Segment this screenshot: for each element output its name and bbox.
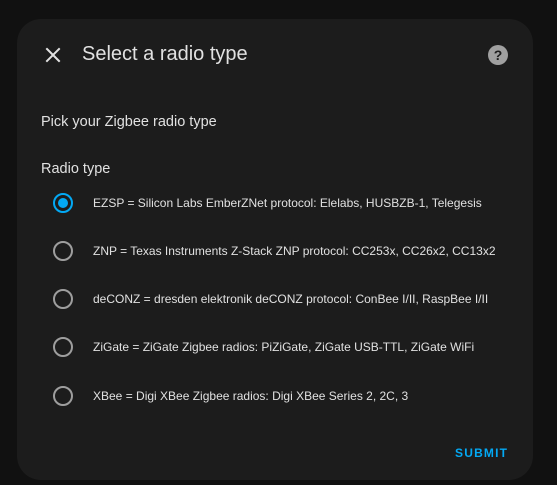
radio-button-znp[interactable]	[53, 241, 73, 261]
radio-option-deconz[interactable]: deCONZ = dresden elektronik deCONZ proto…	[53, 288, 523, 310]
dialog-title: Select a radio type	[82, 43, 248, 65]
radio-selected-dot	[58, 198, 68, 208]
radio-button-deconz[interactable]	[53, 289, 73, 309]
select-radio-dialog: Select a radio type ? Pick your Zigbee r…	[17, 19, 533, 480]
help-circle-icon: ?	[488, 45, 508, 65]
radio-option-xbee[interactable]: XBee = Digi XBee Zigbee radios: Digi XBe…	[53, 385, 523, 407]
radio-button-zigate[interactable]	[53, 337, 73, 357]
radio-type-label: Radio type	[41, 161, 111, 177]
radio-option-zigate[interactable]: ZiGate = ZiGate Zigbee radios: PiZiGate,…	[53, 336, 523, 358]
radio-option-label: XBee = Digi XBee Zigbee radios: Digi XBe…	[93, 389, 409, 403]
radio-button-ezsp[interactable]	[53, 193, 73, 213]
radio-option-ezsp[interactable]: EZSP = Silicon Labs EmberZNet protocol: …	[53, 192, 523, 214]
submit-button[interactable]: SUBMIT	[455, 445, 508, 461]
radio-option-label: ZNP = Texas Instruments Z-Stack ZNP prot…	[93, 244, 496, 258]
radio-option-label: EZSP = Silicon Labs EmberZNet protocol: …	[93, 196, 482, 210]
radio-option-label: deCONZ = dresden elektronik deCONZ proto…	[93, 292, 489, 306]
close-icon	[45, 47, 61, 63]
dialog-subtitle: Pick your Zigbee radio type	[41, 114, 217, 130]
radio-button-xbee[interactable]	[53, 386, 73, 406]
close-button[interactable]	[39, 41, 67, 69]
radio-option-znp[interactable]: ZNP = Texas Instruments Z-Stack ZNP prot…	[53, 240, 523, 262]
svg-text:?: ?	[494, 47, 503, 63]
radio-option-label: ZiGate = ZiGate Zigbee radios: PiZiGate,…	[93, 340, 475, 354]
help-button[interactable]: ?	[486, 43, 510, 67]
